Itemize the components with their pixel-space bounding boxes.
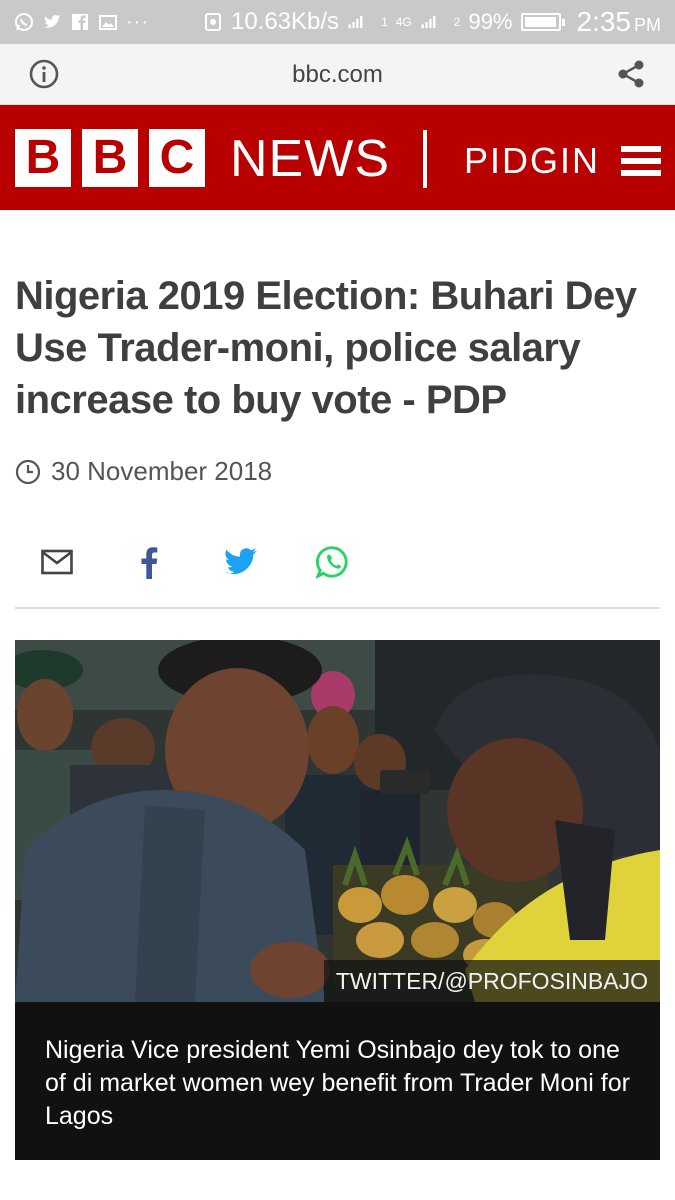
twitter-icon (42, 12, 62, 32)
url-text[interactable]: bbc.com (0, 61, 675, 89)
whatsapp-icon (316, 546, 348, 579)
status-bar: ··· 10.63Kb/s 1 4G 2 99% 2:35 PM (0, 0, 675, 44)
bbc-logo[interactable]: B B C (15, 129, 205, 187)
status-time: 2:35 (576, 6, 632, 37)
whatsapp-share-button[interactable] (316, 544, 350, 580)
battery-icon (520, 13, 565, 31)
status-bar-notifications: ··· (14, 11, 149, 34)
email-icon (41, 549, 73, 575)
whatsapp-icon (14, 12, 34, 32)
network-type: 4G (395, 15, 412, 29)
signal-sim1-icon (347, 12, 373, 32)
gallery-icon (98, 12, 118, 32)
twitter-share-button[interactable] (224, 544, 258, 580)
clock: 2:35 PM (577, 6, 662, 38)
news-label[interactable]: NEWS (230, 130, 390, 188)
hamburger-menu-icon[interactable] (621, 146, 661, 176)
share-tools (40, 544, 350, 580)
bbc-logo-letter: B (15, 129, 71, 187)
bbc-logo-letter: C (149, 129, 205, 187)
facebook-icon (70, 12, 90, 32)
signal-sim2-icon (420, 12, 446, 32)
article-headline: Nigeria 2019 Election: Buhari Dey Use Tr… (15, 274, 637, 422)
facebook-icon (141, 547, 158, 579)
image-credit: TWITTER/@PROFOSINBAJO (323, 960, 660, 1002)
image-caption: Nigeria Vice president Yemi Osinbajo dey… (45, 1036, 630, 1130)
facebook-share-button[interactable] (132, 544, 166, 580)
screenshot-icon (203, 12, 223, 32)
share-icon[interactable] (615, 58, 647, 90)
section-label-pidgin[interactable]: PIDGIN (464, 139, 600, 183)
browser-url-bar: bbc.com (0, 44, 675, 105)
image-caption-box: Nigeria Vice president Yemi Osinbajo dey… (15, 1002, 660, 1160)
more-notifications-indicator: ··· (126, 10, 149, 33)
content-divider (15, 607, 660, 609)
network-speed: 10.63Kb/s (230, 8, 340, 35)
bbc-news-header: B B C NEWS PIDGIN (0, 105, 675, 210)
battery-percent: 99% (468, 9, 513, 34)
article-image[interactable]: TWITTER/@PROFOSINBAJO (15, 640, 660, 1002)
header-divider (423, 130, 427, 188)
status-bar-system: 10.63Kb/s 1 4G 2 99% 2:35 PM (203, 6, 661, 38)
article-date-row: 30 November 2018 (15, 456, 272, 487)
sim1-label: 1 (381, 15, 388, 29)
bbc-logo-letter: B (82, 129, 138, 187)
battery-level-fill (524, 17, 557, 27)
twitter-icon (224, 548, 258, 575)
clock-icon (15, 459, 41, 485)
email-share-button[interactable] (40, 544, 74, 580)
sim2-label: 2 (453, 15, 461, 29)
photo-illustration (15, 640, 660, 1002)
status-ampm: PM (634, 15, 661, 35)
article-date: 30 November 2018 (51, 456, 273, 486)
